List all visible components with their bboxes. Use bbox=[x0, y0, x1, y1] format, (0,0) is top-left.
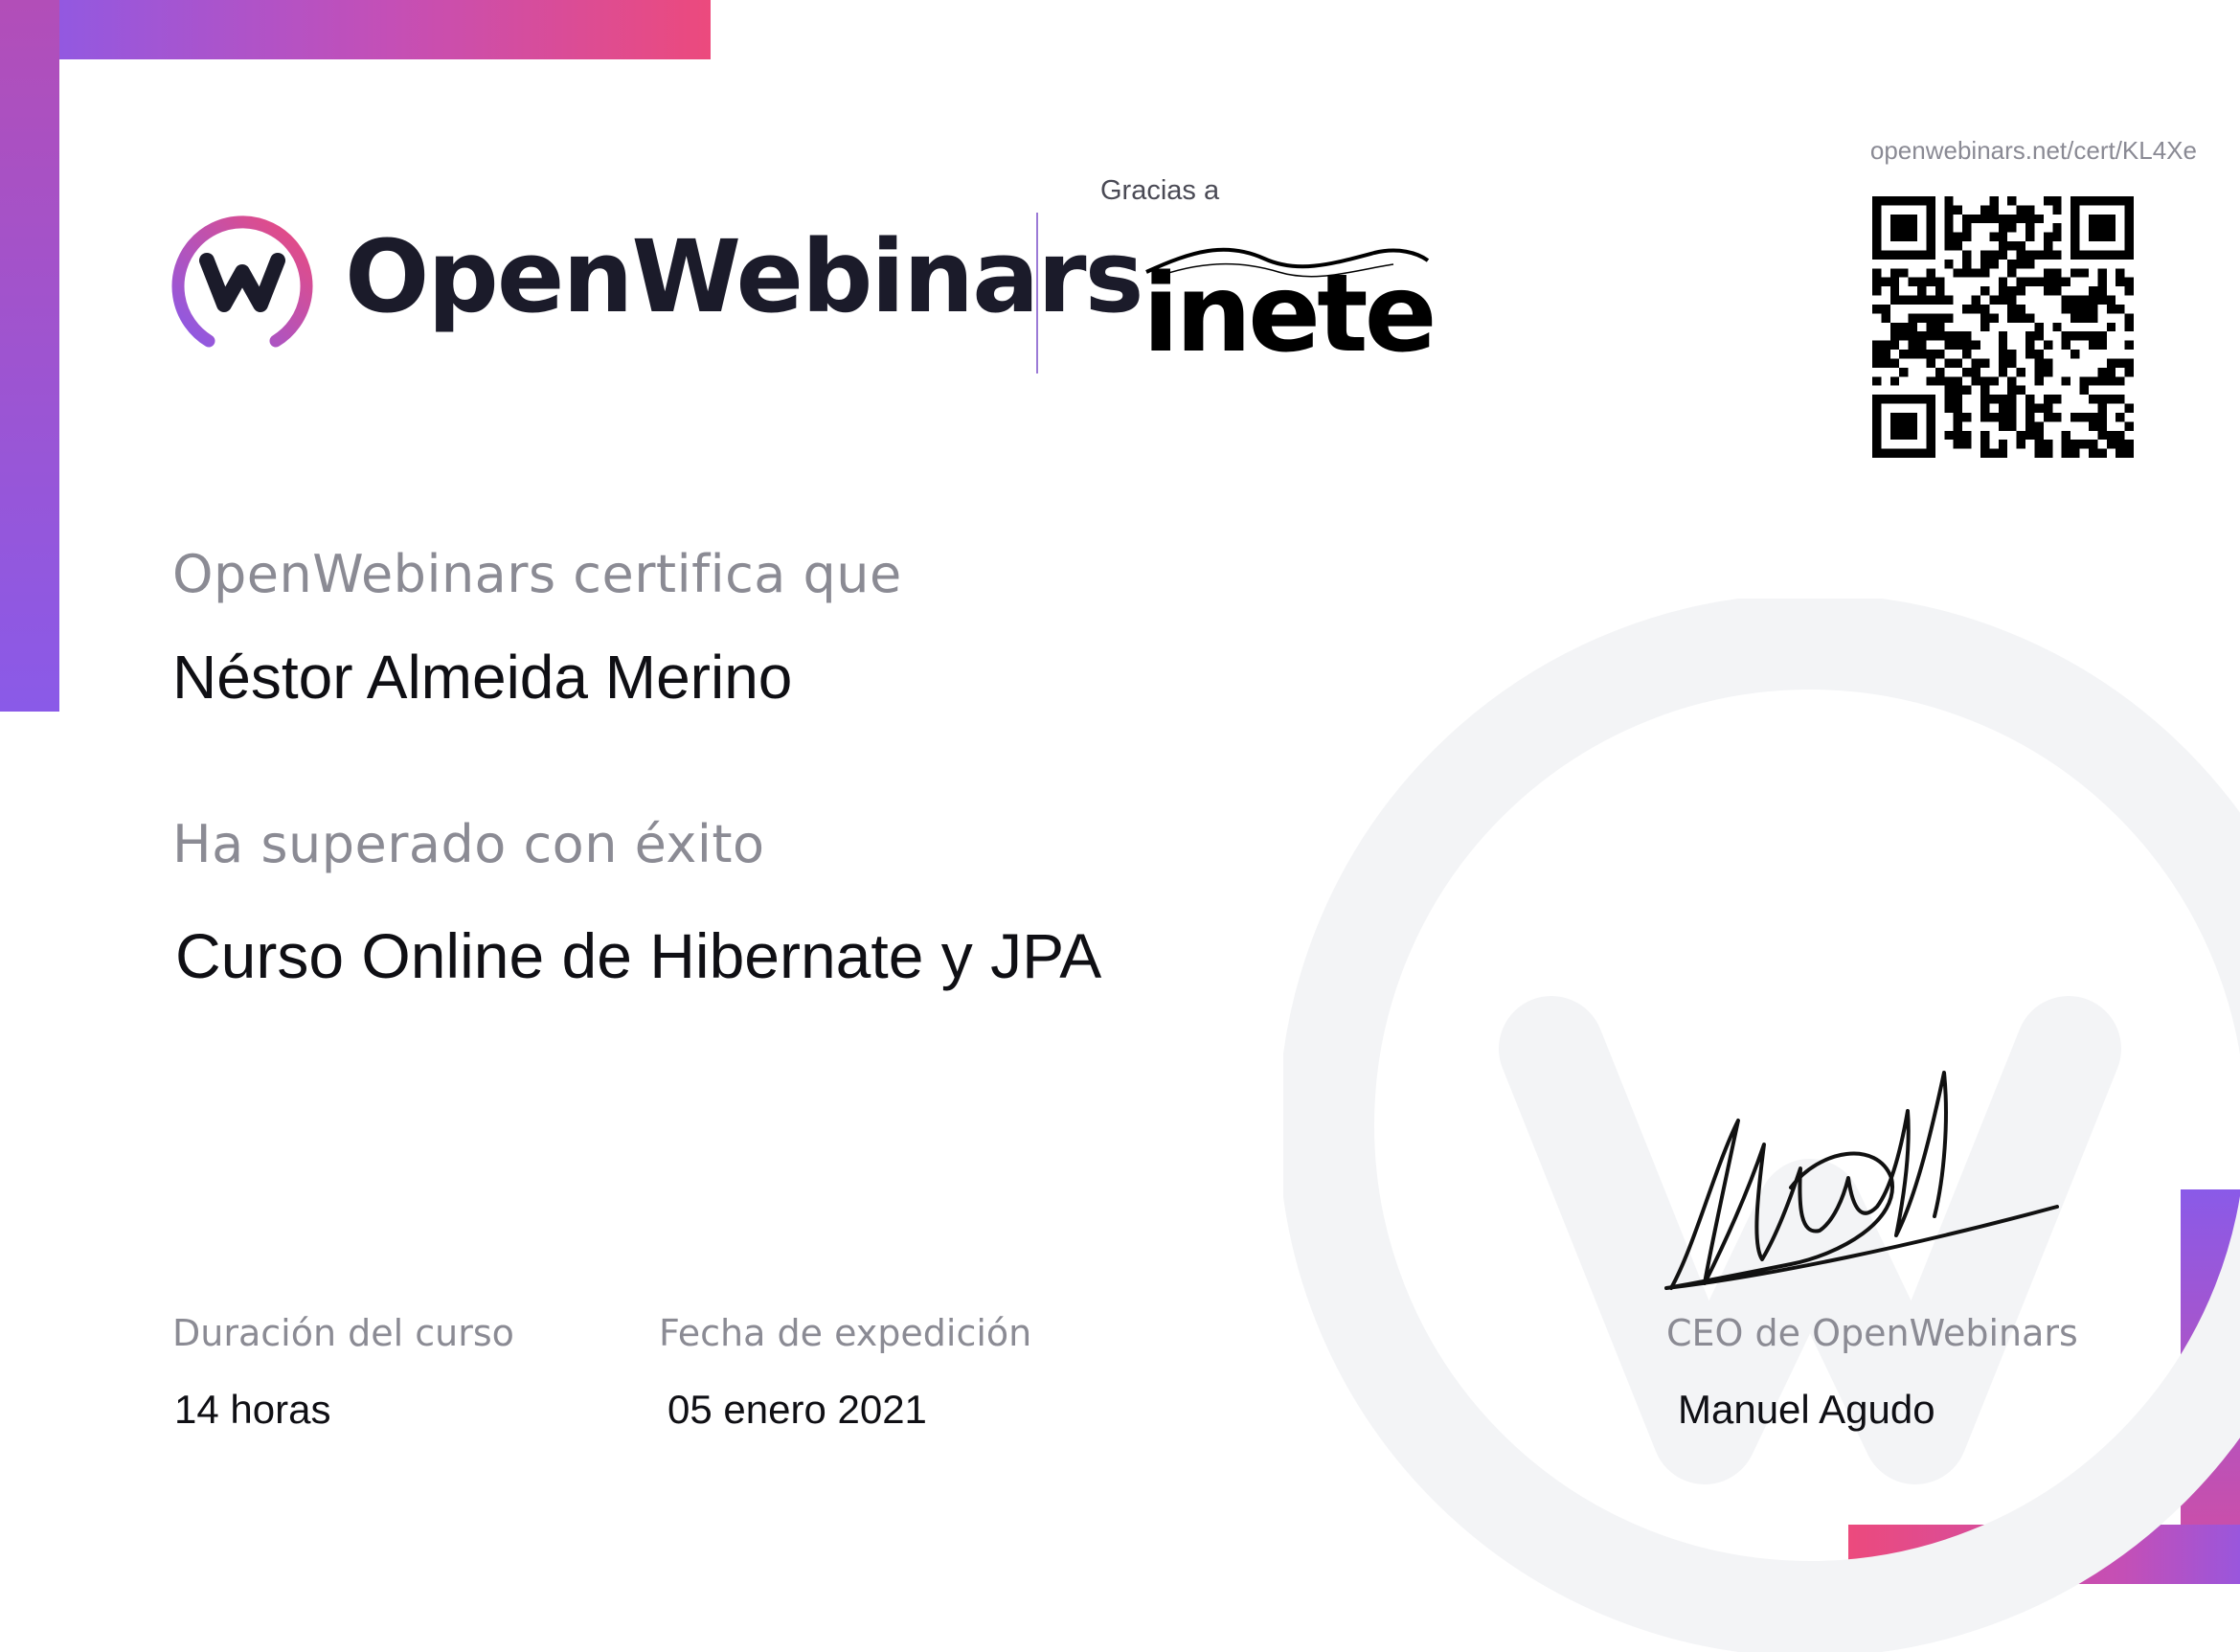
recipient-name: Néstor Almeida Merino bbox=[172, 643, 793, 712]
sponsor-intro: Gracias a bbox=[1100, 175, 1220, 206]
inetel-logo-icon: inetel bbox=[1143, 247, 1441, 361]
issue-date-label: Fecha de expedición bbox=[659, 1312, 1032, 1354]
openwebinars-logo-icon bbox=[171, 215, 313, 348]
certifies-label: OpenWebinars certifica que bbox=[172, 544, 902, 604]
logo-divider bbox=[1036, 213, 1038, 373]
issue-date-value: 05 enero 2021 bbox=[667, 1387, 927, 1432]
inetel-logo-text: inetel bbox=[1143, 252, 1441, 361]
signer-name: Manuel Agudo bbox=[1678, 1387, 1935, 1432]
top-left-frame-horizontal bbox=[0, 0, 711, 59]
top-left-frame-vertical bbox=[0, 0, 59, 712]
certificate-url[interactable]: openwebinars.net/cert/KL4Xe bbox=[1870, 136, 2197, 166]
brand-name: OpenWebinars bbox=[345, 218, 1143, 335]
duration-label: Duración del curso bbox=[172, 1312, 514, 1354]
qr-code-icon[interactable] bbox=[1872, 196, 2134, 458]
duration-value: 14 horas bbox=[174, 1387, 331, 1432]
signer-role: CEO de OpenWebinars bbox=[1666, 1312, 2078, 1354]
passed-label: Ha superado con éxito bbox=[172, 814, 765, 874]
frame-inner-mask bbox=[59, 59, 711, 712]
signature-icon bbox=[1664, 1071, 2059, 1290]
course-name: Curso Online de Hibernate y JPA bbox=[175, 920, 1102, 991]
